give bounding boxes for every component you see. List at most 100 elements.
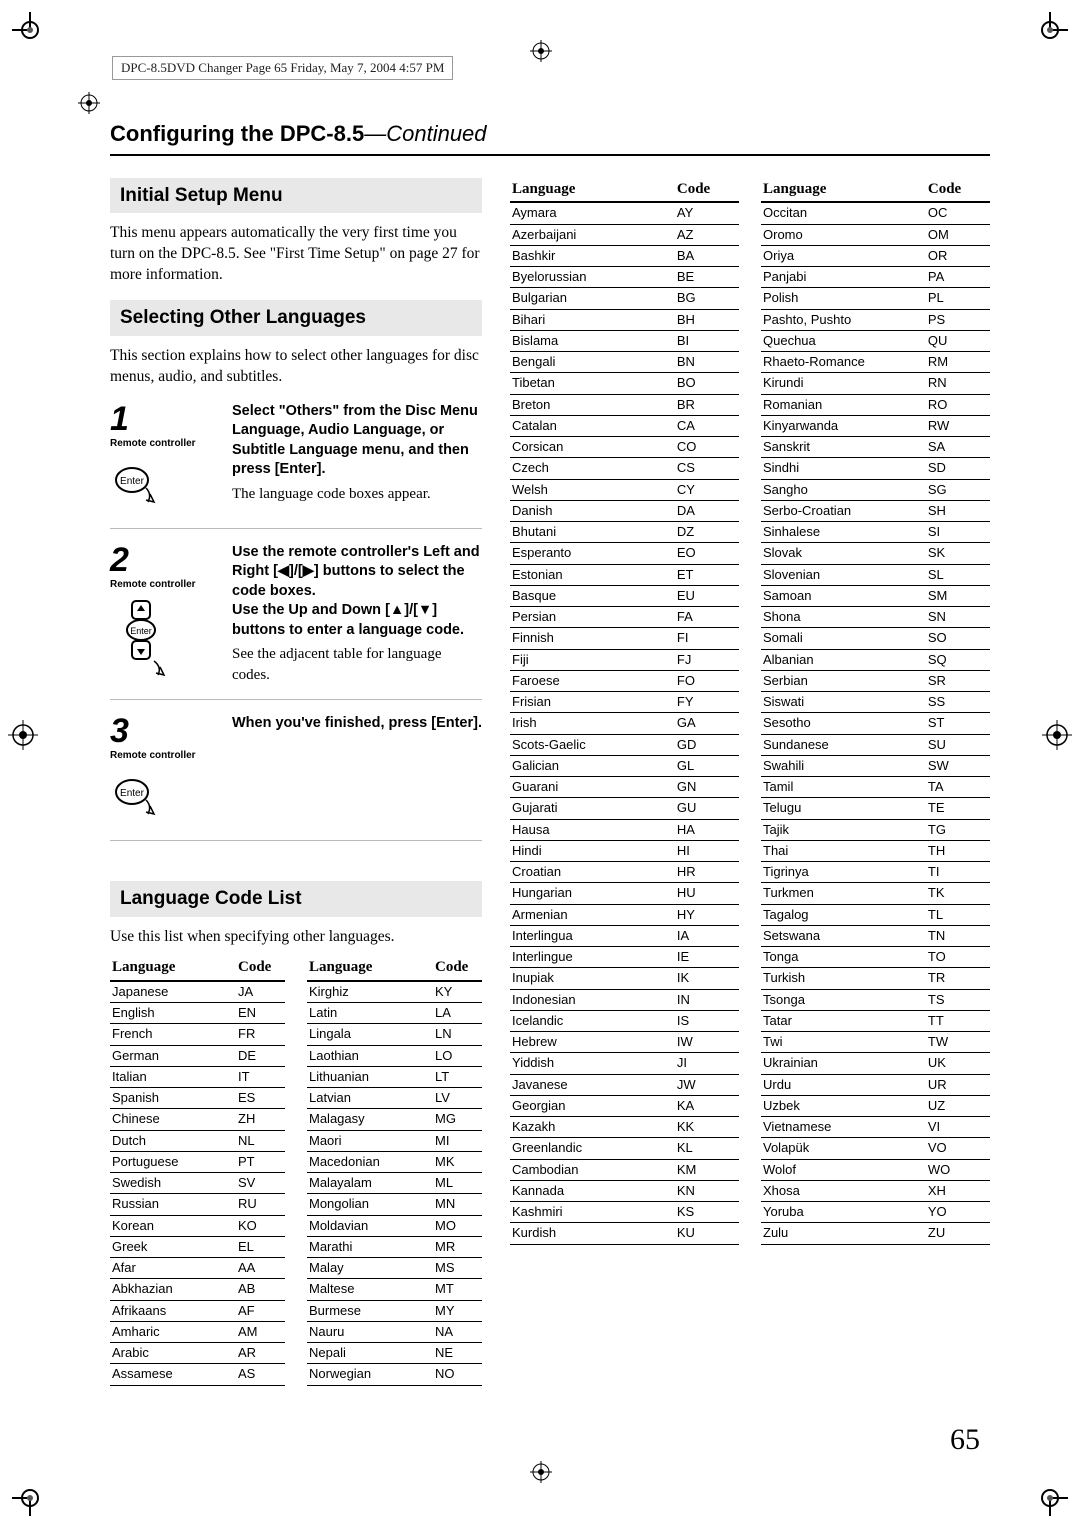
lang-cell: Hausa: [510, 819, 675, 840]
lang-cell: Marathi: [307, 1236, 433, 1257]
lang-cell: Pashto, Pushto: [761, 309, 926, 330]
lang-cell: Bislama: [510, 330, 675, 351]
table-row: Indonesian IN: [510, 989, 739, 1010]
table-row: Tamil TA: [761, 777, 990, 798]
code-cell: FO: [675, 670, 739, 691]
table-row: Swahili SW: [761, 755, 990, 776]
lang-cell: Azerbaijani: [510, 224, 675, 245]
code-cell: GN: [675, 777, 739, 798]
lang-cell: Irish: [510, 713, 675, 734]
code-cell: TA: [926, 777, 990, 798]
lang-cell: Assamese: [110, 1364, 236, 1385]
table-row: Catalan CA: [510, 415, 739, 436]
lang-cell: Guarani: [510, 777, 675, 798]
code-cell: TG: [926, 819, 990, 840]
lang-cell: Hindi: [510, 840, 675, 861]
code-cell: SW: [926, 755, 990, 776]
subheading-selecting-other: Selecting Other Languages: [110, 300, 482, 336]
table-row: Georgian KA: [510, 1095, 739, 1116]
code-cell: NA: [433, 1321, 482, 1342]
table-row: Amharic AM: [110, 1321, 285, 1342]
table-row: Tibetan BO: [510, 373, 739, 394]
table-row: Azerbaijani AZ: [510, 224, 739, 245]
lang-cell: Welsh: [510, 479, 675, 500]
code-cell: AS: [236, 1364, 285, 1385]
lang-cell: Sinhalese: [761, 522, 926, 543]
code-cell: SR: [926, 670, 990, 691]
table-row: Inupiak IK: [510, 968, 739, 989]
lang-cell: Icelandic: [510, 1010, 675, 1031]
lang-cell: Kirghiz: [307, 981, 433, 1003]
table-row: Russian RU: [110, 1194, 285, 1215]
lang-cell: Burmese: [307, 1300, 433, 1321]
lang-cell: Malagasy: [307, 1109, 433, 1130]
code-cell: TK: [926, 883, 990, 904]
lang-cell: Albanian: [761, 649, 926, 670]
table-row: Gujarati GU: [510, 798, 739, 819]
code-cell: ZU: [926, 1223, 990, 1244]
section-rule: [110, 154, 990, 156]
lang-cell: Gujarati: [510, 798, 675, 819]
table-row: Persian FA: [510, 607, 739, 628]
table-row: Armenian HY: [510, 904, 739, 925]
code-cell: LA: [433, 1003, 482, 1024]
code-cell: FR: [236, 1024, 285, 1045]
code-cell: FA: [675, 607, 739, 628]
step-instruction: When you've finished, press [Enter].: [232, 714, 482, 734]
table-row: French FR: [110, 1024, 285, 1045]
code-cell: AR: [236, 1343, 285, 1364]
code-cell: AM: [236, 1321, 285, 1342]
lang-cell: Sundanese: [761, 734, 926, 755]
code-cell: BO: [675, 373, 739, 394]
table-row: Twi TW: [761, 1032, 990, 1053]
table-row: Portuguese PT: [110, 1151, 285, 1172]
table-row: Cambodian KM: [510, 1159, 739, 1180]
lang-cell: Estonian: [510, 564, 675, 585]
lang-cell: Oromo: [761, 224, 926, 245]
table-row: Finnish FI: [510, 628, 739, 649]
lang-cell: Greenlandic: [510, 1138, 675, 1159]
code-cell: MN: [433, 1194, 482, 1215]
code-cell: SN: [926, 607, 990, 628]
code-cell: GA: [675, 713, 739, 734]
code-cell: HR: [675, 862, 739, 883]
code-cell: AY: [675, 202, 739, 224]
code-cell: MG: [433, 1109, 482, 1130]
code-cell: KY: [433, 981, 482, 1003]
lang-cell: Urdu: [761, 1074, 926, 1095]
code-cell: TH: [926, 840, 990, 861]
code-cell: CO: [675, 437, 739, 458]
table-row: Kinyarwanda RW: [761, 415, 990, 436]
table-row: Macedonian MK: [307, 1151, 482, 1172]
table-row: Panjabi PA: [761, 267, 990, 288]
lang-cell: Bengali: [510, 352, 675, 373]
step-number: 1: [110, 402, 220, 436]
table-row: Romanian RO: [761, 394, 990, 415]
lang-cell: Yoruba: [761, 1202, 926, 1223]
code-cell: LN: [433, 1024, 482, 1045]
lang-cell: Faroese: [510, 670, 675, 691]
lang-cell: Persian: [510, 607, 675, 628]
code-cell: MK: [433, 1151, 482, 1172]
code-cell: TW: [926, 1032, 990, 1053]
table-row: Guarani GN: [510, 777, 739, 798]
code-cell: HI: [675, 840, 739, 861]
table-row: Turkmen TK: [761, 883, 990, 904]
code-cell: JI: [675, 1053, 739, 1074]
paragraph: This section explains how to select othe…: [110, 346, 482, 388]
code-cell: GU: [675, 798, 739, 819]
table-row: Serbo-Croatian SH: [761, 500, 990, 521]
table-row: Abkhazian AB: [110, 1279, 285, 1300]
th-code: Code: [675, 178, 739, 203]
lang-cell: Czech: [510, 458, 675, 479]
table-row: Wolof WO: [761, 1159, 990, 1180]
code-cell: KK: [675, 1117, 739, 1138]
code-cell: IT: [236, 1066, 285, 1087]
table-row: Arabic AR: [110, 1343, 285, 1364]
registration-mark-icon: [530, 40, 552, 68]
code-cell: OC: [926, 202, 990, 224]
lang-cell: Portuguese: [110, 1151, 236, 1172]
code-cell: BE: [675, 267, 739, 288]
subheading-initial-setup: Initial Setup Menu: [110, 178, 482, 214]
code-cell: ST: [926, 713, 990, 734]
